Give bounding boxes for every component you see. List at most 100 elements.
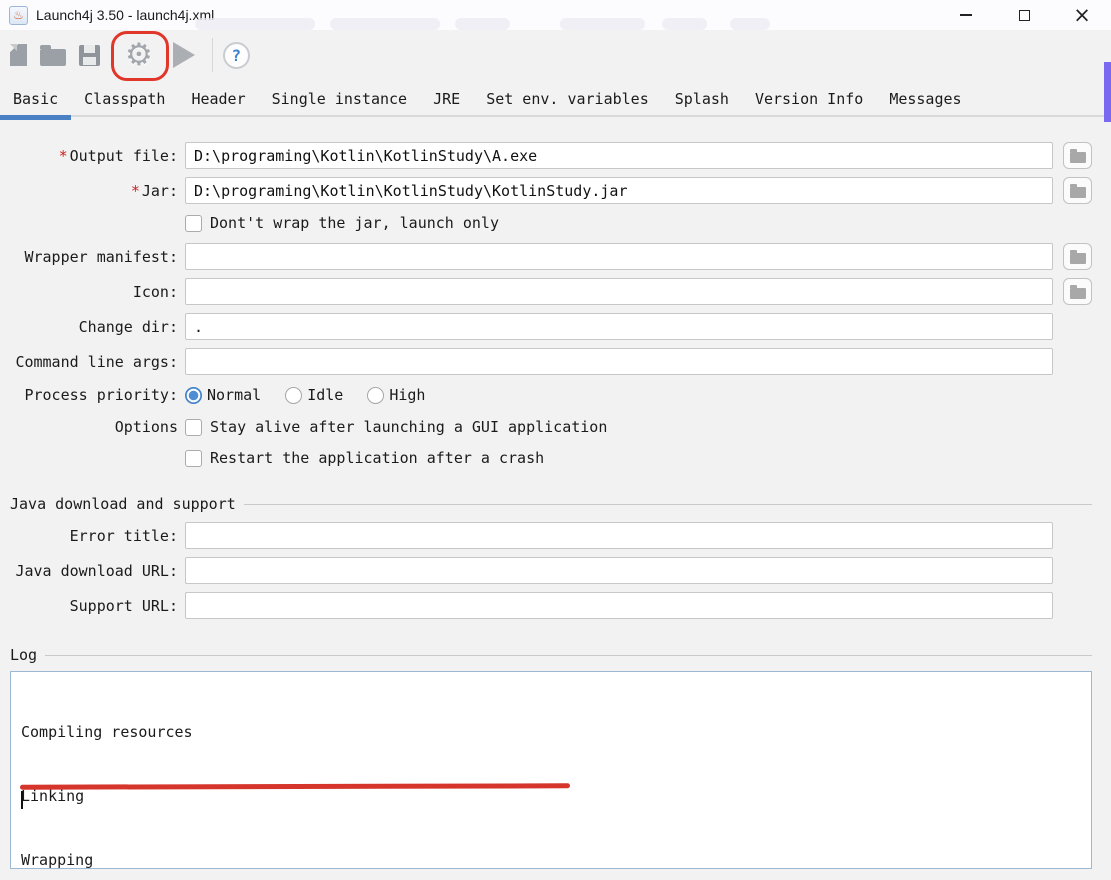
tab-messages[interactable]: Messages <box>876 83 974 115</box>
wrapper-manifest-label: Wrapper manifest: <box>10 248 178 266</box>
output-file-label: *Output file: <box>10 147 178 165</box>
icon-row: Icon: <box>10 278 1092 305</box>
java-download-url-row: Java download URL: <box>10 557 1092 584</box>
change-dir-input[interactable] <box>185 313 1053 340</box>
tab-single-instance[interactable]: Single instance <box>259 83 420 115</box>
maximize-icon <box>1019 10 1030 21</box>
log-group-header: Log <box>10 646 1092 664</box>
java-download-group-title: Java download and support <box>10 495 236 513</box>
icon-label: Icon: <box>10 283 178 301</box>
cmd-args-row: Command line args: <box>10 348 1092 375</box>
tab-bar: Basic Classpath Header Single instance J… <box>0 83 1111 117</box>
priority-idle-label: Idle <box>307 386 343 404</box>
dont-wrap-row: Dont't wrap the jar, launch only <box>10 214 1092 232</box>
output-file-row: *Output file: <box>10 142 1092 169</box>
restart-crash-label: Restart the application after a crash <box>210 449 544 467</box>
browse-icon-button[interactable] <box>1063 278 1092 305</box>
priority-idle-radio[interactable] <box>285 387 302 404</box>
dont-wrap-checkbox[interactable] <box>185 215 202 232</box>
support-url-input[interactable] <box>185 592 1053 619</box>
help-button[interactable]: ? <box>223 42 250 69</box>
folder-icon <box>1070 152 1086 163</box>
error-title-label: Error title: <box>10 527 178 545</box>
required-asterisk: * <box>59 147 68 165</box>
error-title-input[interactable] <box>185 522 1053 549</box>
browse-manifest-button[interactable] <box>1063 243 1092 270</box>
options-label: Options <box>10 418 178 436</box>
process-priority-label: Process priority: <box>10 386 178 404</box>
background-artifact <box>730 18 770 30</box>
jar-row: *Jar: <box>10 177 1092 204</box>
minimize-button[interactable] <box>937 0 995 30</box>
tab-version-info[interactable]: Version Info <box>742 83 876 115</box>
text-cursor <box>21 791 23 809</box>
maximize-button[interactable] <box>995 0 1053 30</box>
tab-jre[interactable]: JRE <box>420 83 473 115</box>
background-artifact <box>195 18 315 30</box>
cmd-args-label: Command line args: <box>10 353 178 371</box>
priority-high-label: High <box>389 386 425 404</box>
jar-input[interactable] <box>185 177 1053 204</box>
priority-normal-radio[interactable] <box>185 387 202 404</box>
change-dir-label: Change dir: <box>10 318 178 336</box>
red-circle-annotation <box>111 31 169 81</box>
background-artifact <box>330 18 440 30</box>
run-executable-button[interactable] <box>173 42 195 68</box>
app-java-icon: ♨ <box>9 6 28 25</box>
jar-label: *Jar: <box>10 182 178 200</box>
log-line: Linking <box>21 786 1081 807</box>
new-document-icon <box>10 44 27 66</box>
stay-alive-row: Options Stay alive after launching a GUI… <box>10 418 1092 436</box>
tab-set-env-variables[interactable]: Set env. variables <box>473 83 662 115</box>
tab-header[interactable]: Header <box>178 83 258 115</box>
restart-crash-row: Restart the application after a crash <box>10 449 1092 467</box>
folder-icon <box>1070 253 1086 264</box>
open-folder-icon <box>40 49 66 66</box>
required-asterisk: * <box>131 182 140 200</box>
change-dir-row: Change dir: <box>10 313 1092 340</box>
window-controls: × <box>937 0 1111 30</box>
stay-alive-checkbox[interactable] <box>185 419 202 436</box>
group-divider-line <box>45 655 1092 656</box>
support-url-label: Support URL: <box>10 597 178 615</box>
edge-scrollbar-thumb[interactable] <box>1104 62 1111 122</box>
background-artifact <box>560 18 645 30</box>
error-title-row: Error title: <box>10 522 1092 549</box>
log-textarea[interactable]: Compiling resources Linking Wrapping WAR… <box>10 671 1092 869</box>
log-line: Wrapping <box>21 850 1081 869</box>
basic-tab-panel: *Output file: *Jar: Dont't wrap the jar,… <box>0 142 1111 664</box>
cmd-args-input[interactable] <box>185 348 1053 375</box>
folder-icon <box>1070 288 1086 299</box>
output-file-input[interactable] <box>185 142 1053 169</box>
background-artifact <box>455 18 510 30</box>
open-config-button[interactable] <box>40 45 66 66</box>
restart-crash-checkbox[interactable] <box>185 450 202 467</box>
new-config-button[interactable] <box>10 44 27 66</box>
browse-jar-button[interactable] <box>1063 177 1092 204</box>
help-icon: ? <box>223 42 250 69</box>
save-config-button[interactable] <box>79 45 100 66</box>
folder-icon <box>1070 187 1086 198</box>
tab-splash[interactable]: Splash <box>662 83 742 115</box>
minimize-icon <box>960 14 972 15</box>
wrapper-manifest-input[interactable] <box>185 243 1053 270</box>
log-group-title: Log <box>10 646 37 664</box>
save-floppy-icon <box>79 45 100 66</box>
title-bar: ♨ Launch4j 3.50 - launch4j.xml × <box>0 0 1111 30</box>
tab-classpath[interactable]: Classpath <box>71 83 178 115</box>
priority-high-radio[interactable] <box>367 387 384 404</box>
wrapper-manifest-row: Wrapper manifest: <box>10 243 1092 270</box>
priority-normal-label: Normal <box>207 386 261 404</box>
build-wrapper-button[interactable]: ⚙ <box>113 36 165 75</box>
support-url-row: Support URL: <box>10 592 1092 619</box>
java-download-group-header: Java download and support <box>10 495 1092 513</box>
dont-wrap-label: Dont't wrap the jar, launch only <box>210 214 499 232</box>
toolbar: ⚙ ? <box>0 30 1111 80</box>
close-button[interactable]: × <box>1053 0 1111 30</box>
play-icon <box>173 42 195 68</box>
window-title: Launch4j 3.50 - launch4j.xml <box>36 7 214 23</box>
java-download-url-input[interactable] <box>185 557 1053 584</box>
icon-input[interactable] <box>185 278 1053 305</box>
browse-output-file-button[interactable] <box>1063 142 1092 169</box>
tab-basic[interactable]: Basic <box>0 83 71 115</box>
